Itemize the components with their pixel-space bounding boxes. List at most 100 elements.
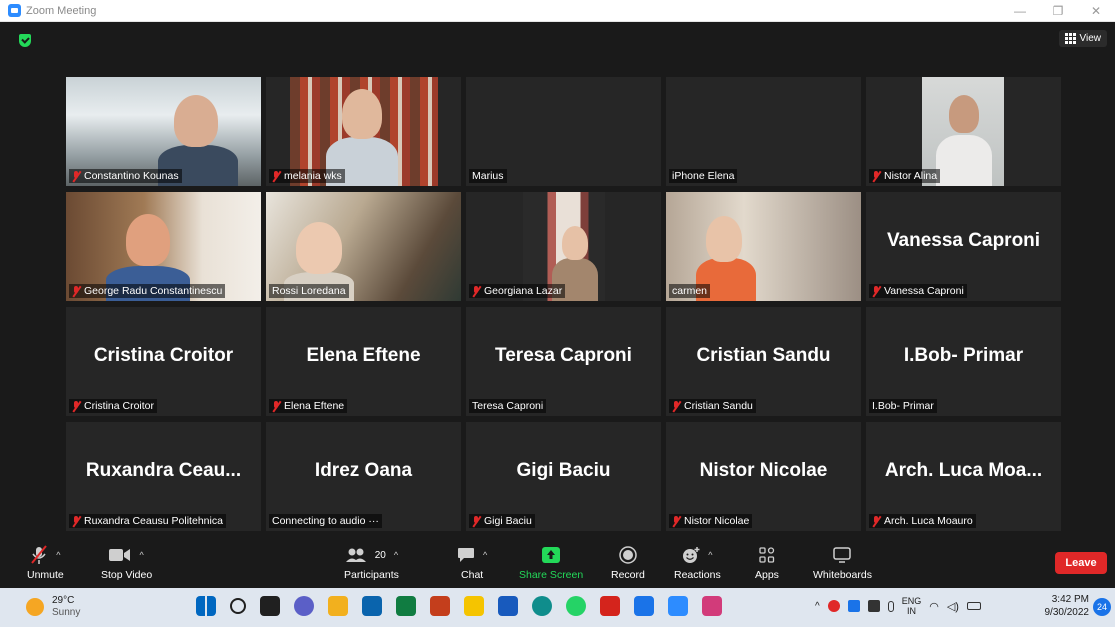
participant-tile[interactable]: Elena Eftene Elena Eftene (266, 307, 461, 416)
participant-name-label: iPhone Elena (669, 169, 738, 183)
weather-widget[interactable]: 29°C Sunny (26, 595, 80, 619)
sun-icon (26, 598, 44, 616)
chevron-up-icon[interactable]: ^ (815, 601, 820, 612)
participant-name-label: Constantino Kounas (69, 169, 182, 183)
battery-icon[interactable] (966, 602, 981, 610)
view-button[interactable]: View (1058, 30, 1107, 47)
reactions-button[interactable]: ^ Reactions (674, 544, 721, 581)
wifi-icon[interactable]: ◠ (929, 600, 939, 613)
participant-display-name: Arch. Luca Moa... (884, 460, 1043, 481)
participant-name-label: Nistor Alina (869, 169, 941, 183)
participant-tile[interactable]: Idrez Oana Connecting to audio ··· (266, 422, 461, 531)
chat-button[interactable]: ^ Chat (457, 544, 487, 581)
muted-microphone-icon (872, 170, 881, 182)
notification-badge[interactable]: 24 (1093, 598, 1111, 616)
tray-app-icon[interactable] (867, 600, 880, 612)
chevron-up-icon[interactable]: ^ (56, 550, 60, 560)
teamviewer-icon[interactable] (634, 596, 654, 616)
meeting-area: View Constantino Kounas melania wks Marius… (0, 22, 1115, 540)
apps-button[interactable]: Apps (755, 544, 779, 581)
chevron-up-icon[interactable]: ^ (708, 550, 712, 560)
chevron-up-icon[interactable]: ^ (483, 550, 487, 560)
participant-name: Ruxandra Ceausu Politehnica (84, 515, 223, 527)
language-indicator[interactable]: ENG IN (902, 596, 922, 616)
sticky-notes-icon[interactable] (464, 596, 484, 616)
participant-body (936, 135, 992, 186)
participant-tile[interactable]: Georgiana Lazar (466, 192, 661, 301)
share-screen-button[interactable]: Share Screen (519, 544, 583, 581)
record-button[interactable]: Record (611, 544, 645, 581)
participant-name: Marius (472, 170, 504, 182)
tray-app-icon[interactable] (847, 600, 860, 612)
participant-name-label: Arch. Luca Moauro (869, 514, 976, 528)
participant-tile[interactable]: Marius (466, 77, 661, 186)
muted-microphone-icon (272, 170, 281, 182)
microphone-icon[interactable] (887, 600, 894, 612)
muted-microphone-icon (72, 515, 81, 527)
muted-microphone-icon (472, 515, 481, 527)
excel-icon[interactable] (396, 596, 416, 616)
language-code: ENG (901, 596, 922, 606)
chevron-up-icon[interactable]: ^ (139, 550, 143, 560)
powerpoint-icon[interactable] (430, 596, 450, 616)
speaker-icon[interactable]: ◁) (947, 600, 959, 613)
smiley-icon (683, 547, 700, 563)
stop-video-button[interactable]: ^ Stop Video (101, 544, 152, 581)
pinned-apps (196, 596, 722, 616)
participant-tile[interactable]: I.Bob- Primar I.Bob- Primar (866, 307, 1061, 416)
word-icon[interactable] (498, 596, 518, 616)
participant-name-label: Connecting to audio ··· (269, 514, 382, 528)
leave-button[interactable]: Leave (1055, 552, 1107, 574)
participant-tile[interactable]: Rossi Loredana (266, 192, 461, 301)
participants-button[interactable]: 20 ^ Participants (344, 544, 399, 581)
file-explorer-icon[interactable] (328, 596, 348, 616)
task-view-icon[interactable] (260, 596, 280, 616)
participant-tile[interactable]: melania wks (266, 77, 461, 186)
muted-microphone-icon (872, 285, 881, 297)
participant-tile[interactable]: carmen (666, 192, 861, 301)
tray-app-icon[interactable] (827, 600, 840, 612)
close-button[interactable]: ✕ (1077, 0, 1115, 22)
participant-tile[interactable]: Gigi Baciu Gigi Baciu (466, 422, 661, 531)
participant-tile[interactable]: Nistor Nicolae Nistor Nicolae (666, 422, 861, 531)
participant-name-label: Vanessa Caproni (869, 284, 967, 298)
participant-tile[interactable]: Constantino Kounas (66, 77, 261, 186)
participant-tile[interactable]: iPhone Elena (666, 77, 861, 186)
unmute-button[interactable]: ^ Unmute (27, 544, 64, 581)
participant-name: Elena Eftene (284, 400, 345, 412)
participant-tile[interactable]: Nistor Alina (866, 77, 1061, 186)
windows-start-icon[interactable] (196, 596, 216, 616)
snipping-tool-icon[interactable] (702, 596, 722, 616)
minimize-button[interactable]: — (1001, 0, 1039, 22)
whiteboards-button[interactable]: Whiteboards (813, 544, 872, 581)
participant-display-name: Cristian Sandu (696, 345, 831, 366)
participant-display-name: I.Bob- Primar (903, 345, 1024, 366)
participant-name: Cristina Croitor (84, 400, 155, 412)
participant-face (562, 226, 588, 260)
restore-button[interactable]: ❐ (1039, 0, 1077, 22)
search-icon[interactable] (230, 598, 246, 614)
participant-face (342, 89, 382, 139)
participant-tile[interactable]: Cristian Sandu Cristian Sandu (666, 307, 861, 416)
security-shield-icon[interactable] (19, 34, 31, 47)
participant-tile[interactable]: Teresa Caproni Teresa Caproni (466, 307, 661, 416)
zoom-icon[interactable] (668, 596, 688, 616)
outlook-icon[interactable] (362, 596, 382, 616)
acrobat-icon[interactable] (600, 596, 620, 616)
participant-name: Cristian Sandu (684, 400, 753, 412)
participant-name: Nistor Nicolae (684, 515, 750, 527)
whatsapp-icon[interactable] (566, 596, 586, 616)
participant-display-name: Vanessa Caproni (886, 230, 1041, 251)
chevron-up-icon[interactable]: ^ (394, 550, 398, 560)
participant-tile[interactable]: Ruxandra Ceau... Ruxandra Ceausu Politehn… (66, 422, 261, 531)
participant-tile[interactable]: George Radu Constantinescu (66, 192, 261, 301)
participant-tile[interactable]: Arch. Luca Moa... Arch. Luca Moauro (866, 422, 1061, 531)
share-screen-label: Share Screen (519, 569, 584, 581)
muted-microphone-icon (672, 400, 681, 412)
teams-chat-icon[interactable] (294, 596, 314, 616)
participant-tile[interactable]: Cristina Croitor Cristina Croitor (66, 307, 261, 416)
clock[interactable]: 3:42 PM 9/30/2022 (1045, 593, 1090, 619)
participant-tile[interactable]: Vanessa Caproni Vanessa Caproni (866, 192, 1061, 301)
edge-icon[interactable] (532, 596, 552, 616)
participant-name: melania wks (284, 170, 342, 182)
